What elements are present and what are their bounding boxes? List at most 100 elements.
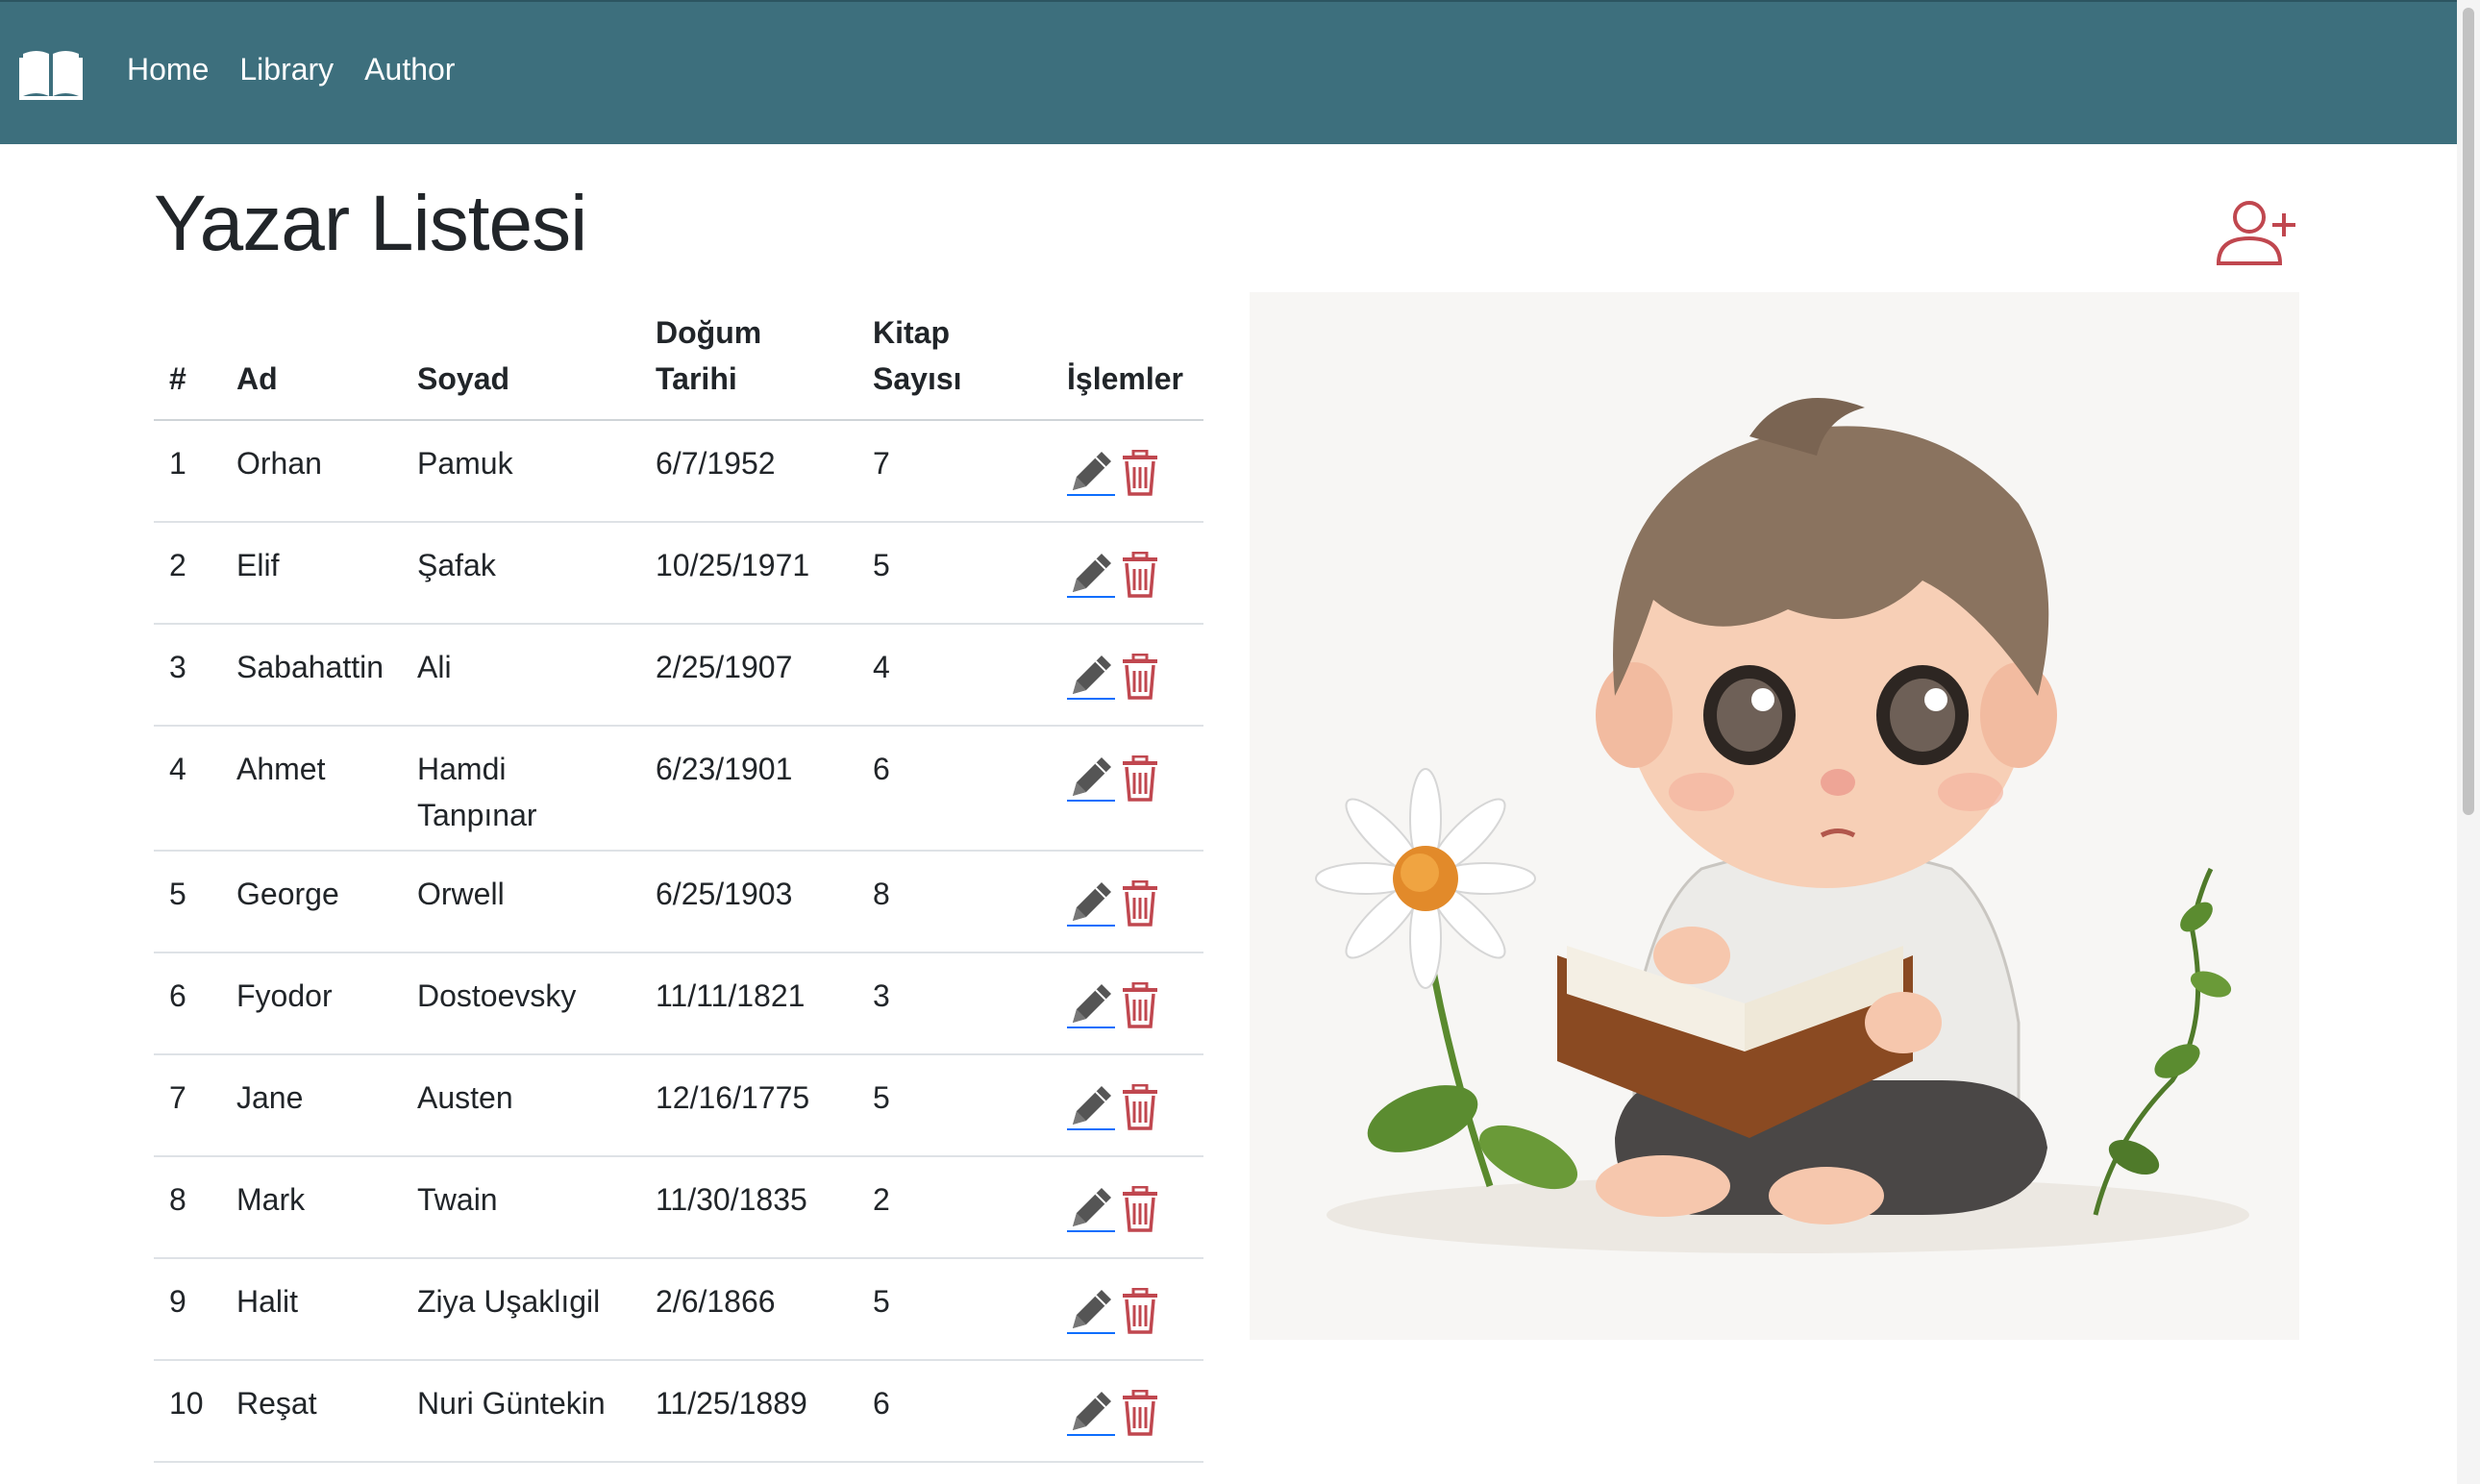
table-row: 10 Reşat Nuri Güntekin 11/25/1889 6 — [154, 1360, 1203, 1463]
pencil-icon[interactable] — [1067, 752, 1115, 802]
cell-num: 7 — [154, 1054, 221, 1157]
pencil-icon[interactable] — [1067, 548, 1115, 598]
cell-dogum-tarihi: 10/25/1971 — [640, 522, 857, 625]
table-row: 9 Halit Ziya Uşaklıgil 2/6/1866 5 — [154, 1258, 1203, 1361]
header-ad: Ad — [221, 298, 402, 421]
cell-soyad: Twain — [402, 1156, 640, 1259]
trash-icon[interactable] — [1121, 650, 1159, 700]
cell-islemler — [1052, 1258, 1203, 1361]
cell-ad: Mark — [221, 1156, 402, 1259]
header-kitap-line1: Kitap — [873, 315, 950, 350]
cell-num: 8 — [154, 1156, 221, 1259]
cell-num: 5 — [154, 851, 221, 953]
open-book-icon[interactable] — [19, 46, 83, 100]
cell-num: 4 — [154, 726, 221, 852]
cell-kitap-sayisi: 5 — [857, 522, 1052, 625]
cell-num: 6 — [154, 952, 221, 1055]
cell-dogum-tarihi: 11/30/1835 — [640, 1156, 857, 1259]
header-kitap-line2: Sayısı — [873, 361, 962, 396]
cell-num: 1 — [154, 420, 221, 523]
table-row: 6 Fyodor Dostoevsky 11/11/1821 3 — [154, 952, 1203, 1055]
cell-islemler — [1052, 726, 1203, 852]
table-row: 8 Mark Twain 11/30/1835 2 — [154, 1156, 1203, 1259]
row-actions — [1067, 440, 1188, 496]
cell-ad: Halit — [221, 1258, 402, 1361]
cell-num: 9 — [154, 1258, 221, 1361]
trash-icon[interactable] — [1121, 978, 1159, 1028]
pencil-icon[interactable] — [1067, 650, 1115, 700]
cell-dogum-tarihi: 2/25/1907 — [640, 624, 857, 727]
cell-dogum-tarihi: 11/11/1821 — [640, 952, 857, 1055]
table-row: 5 George Orwell 6/25/1903 8 — [154, 851, 1203, 953]
cell-ad: Reşat — [221, 1360, 402, 1463]
trash-icon[interactable] — [1121, 1386, 1159, 1436]
pencil-icon[interactable] — [1067, 446, 1115, 496]
nav-link-author[interactable]: Author — [364, 52, 455, 87]
trash-icon[interactable] — [1121, 548, 1159, 598]
cell-islemler — [1052, 624, 1203, 727]
cell-ad: Fyodor — [221, 952, 402, 1055]
cell-dogum-tarihi: 2/6/1866 — [640, 1258, 857, 1361]
cell-islemler — [1052, 420, 1203, 523]
add-user-icon[interactable] — [2215, 198, 2299, 267]
trash-icon[interactable] — [1121, 1182, 1159, 1232]
cell-ad: Sabahattin — [221, 624, 402, 727]
table-row: 3 Sabahattin Ali 2/25/1907 4 — [154, 624, 1203, 727]
cell-num: 10 — [154, 1360, 221, 1463]
cell-kitap-sayisi: 6 — [857, 1360, 1052, 1463]
row-actions — [1067, 746, 1188, 802]
cell-num: 3 — [154, 624, 221, 727]
pencil-icon[interactable] — [1067, 877, 1115, 927]
cell-dogum-tarihi: 6/7/1952 — [640, 420, 857, 523]
child-reading-illustration — [1250, 292, 2299, 1340]
cell-ad: Ahmet — [221, 726, 402, 852]
cell-kitap-sayisi: 7 — [857, 420, 1052, 523]
row-actions — [1067, 644, 1188, 700]
cell-islemler — [1052, 522, 1203, 625]
cell-soyad: Dostoevsky — [402, 952, 640, 1055]
cell-num: 2 — [154, 522, 221, 625]
cell-kitap-sayisi: 3 — [857, 952, 1052, 1055]
header-dogum-line2: Tarihi — [656, 361, 737, 396]
nav-link-library[interactable]: Library — [239, 52, 334, 87]
table-row: 4 Ahmet Hamdi Tanpınar 6/23/1901 6 — [154, 726, 1203, 852]
cell-soyad: Hamdi Tanpınar — [402, 726, 640, 852]
row-actions — [1067, 1176, 1188, 1232]
header-kitap-sayisi: Kitap Sayısı — [857, 298, 1052, 421]
cell-kitap-sayisi: 5 — [857, 1258, 1052, 1361]
cell-islemler — [1052, 1156, 1203, 1259]
row-actions — [1067, 871, 1188, 927]
cell-kitap-sayisi: 2 — [857, 1156, 1052, 1259]
trash-icon[interactable] — [1121, 446, 1159, 496]
table-row: 7 Jane Austen 12/16/1775 5 — [154, 1054, 1203, 1157]
cell-kitap-sayisi: 6 — [857, 726, 1052, 852]
cell-ad: Orhan — [221, 420, 402, 523]
pencil-icon[interactable] — [1067, 1284, 1115, 1334]
cell-islemler — [1052, 952, 1203, 1055]
page-title: Yazar Listesi — [154, 180, 587, 267]
trash-icon[interactable] — [1121, 1284, 1159, 1334]
pencil-icon[interactable] — [1067, 1182, 1115, 1232]
trash-icon[interactable] — [1121, 752, 1159, 802]
row-actions — [1067, 1380, 1188, 1436]
scrollbar-thumb[interactable] — [2463, 8, 2474, 815]
cell-ad: Elif — [221, 522, 402, 625]
pencil-icon[interactable] — [1067, 1386, 1115, 1436]
header-islemler: İşlemler — [1052, 298, 1203, 421]
trash-icon[interactable] — [1121, 877, 1159, 927]
cell-soyad: Pamuk — [402, 420, 640, 523]
pencil-icon[interactable] — [1067, 978, 1115, 1028]
row-actions — [1067, 1278, 1188, 1334]
table-row: 1 Orhan Pamuk 6/7/1952 7 — [154, 420, 1203, 523]
nav-links: Home Library Author — [127, 52, 455, 87]
pencil-icon[interactable] — [1067, 1080, 1115, 1130]
cell-islemler — [1052, 851, 1203, 953]
cell-soyad: Ali — [402, 624, 640, 727]
row-actions — [1067, 542, 1188, 598]
row-actions — [1067, 1075, 1188, 1130]
top-navbar: Home Library Author — [0, 0, 2457, 144]
nav-link-home[interactable]: Home — [127, 52, 209, 87]
header-soyad: Soyad — [402, 298, 640, 421]
cell-kitap-sayisi: 8 — [857, 851, 1052, 953]
trash-icon[interactable] — [1121, 1080, 1159, 1130]
